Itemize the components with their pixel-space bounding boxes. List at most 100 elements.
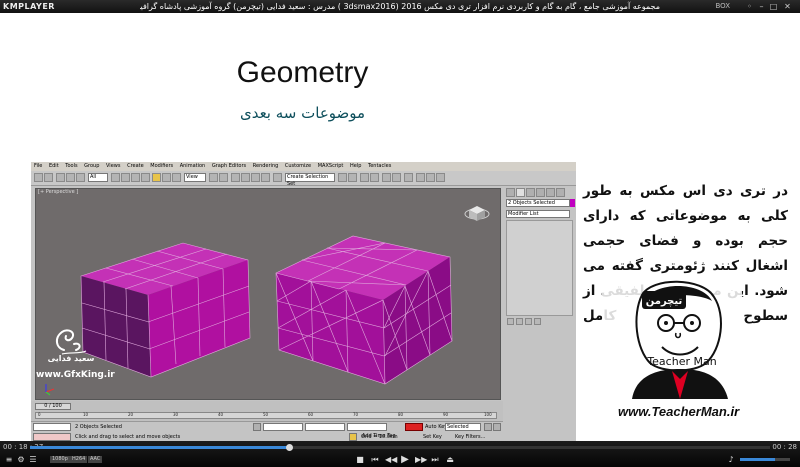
layer-icon[interactable] xyxy=(360,173,369,182)
maxscript-listener[interactable] xyxy=(33,423,71,431)
pin-icon[interactable]: ◦ xyxy=(745,2,754,11)
pivot-icon[interactable] xyxy=(209,173,218,182)
rewind-icon[interactable]: ◀◀ xyxy=(385,455,397,464)
menu-graph-editors[interactable]: Graph Editors xyxy=(212,163,246,169)
bind-icon[interactable] xyxy=(76,173,85,182)
menu-views[interactable]: Views xyxy=(106,163,120,169)
show-end-result-icon[interactable] xyxy=(516,318,523,325)
menu-tentacles[interactable]: Tentacles xyxy=(368,163,391,169)
unlink-icon[interactable] xyxy=(66,173,75,182)
time-tag-icon[interactable] xyxy=(349,433,357,441)
link-icon[interactable] xyxy=(56,173,65,182)
display-tab-icon[interactable] xyxy=(546,188,555,197)
seek-handle[interactable] xyxy=(286,444,293,451)
left-box[interactable] xyxy=(80,242,251,378)
z-coordinate-field[interactable] xyxy=(347,423,387,431)
maxscript-mini-listener[interactable] xyxy=(33,433,71,441)
stop-icon[interactable]: ■ xyxy=(355,455,365,464)
filter-dropdown[interactable]: All xyxy=(88,173,108,182)
render-setup-icon[interactable] xyxy=(416,173,425,182)
menu-customize[interactable]: Customize xyxy=(285,163,311,169)
redo-icon[interactable] xyxy=(44,173,53,182)
seek-bar[interactable] xyxy=(30,444,770,451)
y-coordinate-field[interactable] xyxy=(305,423,345,431)
menu-edit[interactable]: Edit xyxy=(49,163,59,169)
auto-key-indicator[interactable] xyxy=(405,423,423,431)
right-box[interactable] xyxy=(275,235,453,385)
menu-help[interactable]: Help xyxy=(350,163,361,169)
volume-icon[interactable]: ♪ xyxy=(726,455,736,464)
settings-icon[interactable]: ⚙ xyxy=(16,455,26,464)
make-unique-icon[interactable] xyxy=(525,318,532,325)
pin-stack-icon[interactable] xyxy=(507,318,514,325)
menu-tools[interactable]: Tools xyxy=(65,163,77,169)
snap-icon[interactable] xyxy=(231,173,240,182)
material-editor-icon[interactable] xyxy=(404,173,413,182)
object-name-field[interactable]: 2 Objects Selected xyxy=(506,199,570,207)
lock-selection-icon[interactable] xyxy=(253,423,261,431)
undo-icon[interactable] xyxy=(34,173,43,182)
minimize-icon[interactable]: – xyxy=(757,2,766,11)
volume-slider[interactable] xyxy=(740,458,790,461)
remove-modifier-icon[interactable] xyxy=(534,318,541,325)
eject-icon[interactable]: ⏏ xyxy=(445,455,455,464)
menu-group[interactable]: Group xyxy=(84,163,99,169)
playlist-icon[interactable]: ☰ xyxy=(28,455,38,464)
rotate-icon[interactable] xyxy=(162,173,171,182)
angle-snap-icon[interactable] xyxy=(241,173,250,182)
named-selection-dropdown[interactable]: Create Selection Set xyxy=(285,173,335,187)
select-icon[interactable] xyxy=(111,173,120,182)
modifier-stack[interactable] xyxy=(506,220,573,316)
key-filters-button[interactable]: Key Filters... xyxy=(455,434,485,440)
previous-icon[interactable]: ⏮ xyxy=(370,455,380,464)
spinner-snap-icon[interactable] xyxy=(261,173,270,182)
ribbon-icon[interactable] xyxy=(370,173,379,182)
create-tab-icon[interactable] xyxy=(506,188,515,197)
close-icon[interactable]: ✕ xyxy=(783,2,792,11)
menu-icon[interactable]: ≡ xyxy=(4,455,14,464)
maximize-icon[interactable]: □ xyxy=(769,2,778,11)
next-icon[interactable]: ⏭ xyxy=(430,455,440,464)
next-frame-icon[interactable] xyxy=(493,423,501,431)
edit-named-sets-icon[interactable] xyxy=(273,173,282,182)
menu-rendering[interactable]: Rendering xyxy=(253,163,279,169)
track-bar[interactable]: 0 10 20 30 40 50 60 70 80 90 100 xyxy=(35,412,497,419)
mirror-icon[interactable] xyxy=(338,173,347,182)
time-slider[interactable]: 0 / 100 xyxy=(35,403,71,410)
modify-tab-icon[interactable] xyxy=(516,188,525,197)
modifier-list-dropdown[interactable]: Modifier List xyxy=(506,210,570,218)
schematic-icon[interactable] xyxy=(392,173,401,182)
reference-coord-dropdown[interactable]: View xyxy=(184,173,206,182)
menu-maxscript[interactable]: MAXScript xyxy=(318,163,344,169)
window-crossing-icon[interactable] xyxy=(141,173,150,182)
hierarchy-tab-icon[interactable] xyxy=(526,188,535,197)
select-by-name-icon[interactable] xyxy=(121,173,130,182)
object-color-swatch[interactable] xyxy=(570,199,575,207)
scale-icon[interactable] xyxy=(172,173,181,182)
set-key-button[interactable]: Set Key xyxy=(423,434,442,440)
align-icon[interactable] xyxy=(348,173,357,182)
render-icon[interactable] xyxy=(436,173,445,182)
add-time-tag[interactable]: Add Time Tag xyxy=(362,433,396,439)
forward-icon[interactable]: ▶▶ xyxy=(415,455,427,464)
motion-tab-icon[interactable] xyxy=(536,188,545,197)
play-animation-icon[interactable] xyxy=(484,423,492,431)
manipulate-icon[interactable] xyxy=(219,173,228,182)
key-mode-dropdown[interactable]: Selected xyxy=(445,423,481,431)
viewcube-icon[interactable] xyxy=(464,206,490,221)
menu-create[interactable]: Create xyxy=(127,163,144,169)
render-frame-icon[interactable] xyxy=(426,173,435,182)
x-coordinate-field[interactable] xyxy=(263,423,303,431)
menu-modifiers[interactable]: Modifiers xyxy=(150,163,173,169)
box-button[interactable]: BOX xyxy=(715,0,730,13)
menu-file[interactable]: File xyxy=(34,163,42,169)
curve-editor-icon[interactable] xyxy=(382,173,391,182)
menu-animation[interactable]: Animation xyxy=(180,163,206,169)
perspective-viewport[interactable]: [+ Perspective ] xyxy=(35,188,501,400)
region-icon[interactable] xyxy=(131,173,140,182)
move-icon[interactable] xyxy=(152,173,161,182)
utilities-tab-icon[interactable] xyxy=(556,188,565,197)
auto-key-button[interactable]: Auto Key xyxy=(425,424,447,430)
play-icon[interactable]: ▶ xyxy=(399,455,411,465)
percent-snap-icon[interactable] xyxy=(251,173,260,182)
